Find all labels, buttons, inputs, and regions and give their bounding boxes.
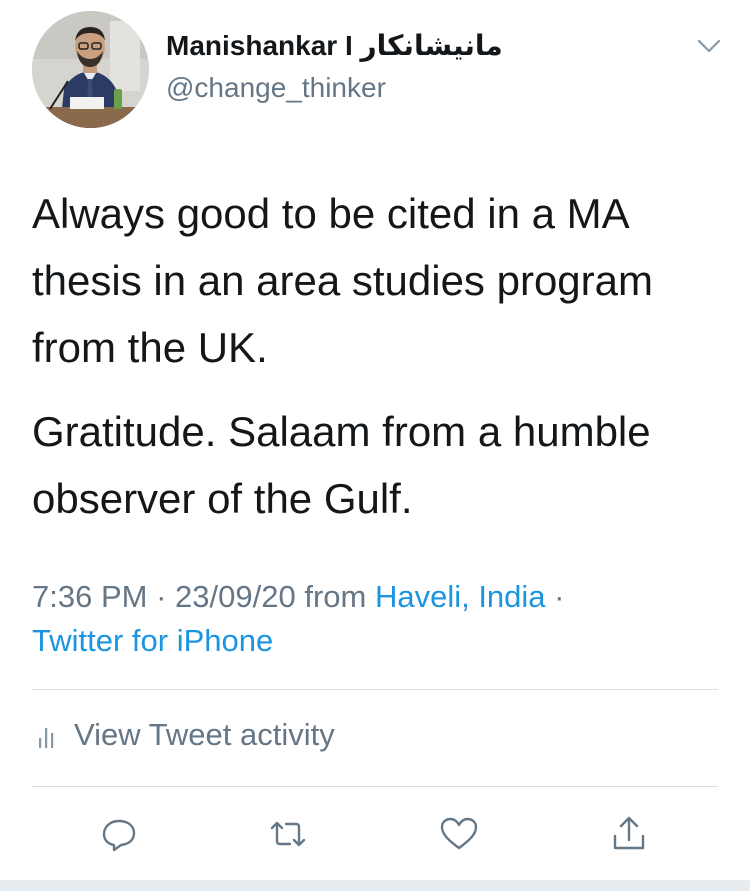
display-name[interactable]: Manishankar I مانیشانکار (166, 28, 503, 64)
location-link[interactable]: Haveli, India (375, 579, 546, 614)
reply-button[interactable] (97, 812, 141, 856)
meta-separator: · (554, 579, 565, 614)
like-button[interactable] (437, 812, 481, 856)
retweet-button[interactable] (266, 812, 310, 856)
divider (32, 786, 718, 787)
retweet-icon (270, 821, 306, 847)
tweet-paragraph: Always good to be cited in a MA thesis i… (32, 190, 653, 371)
chevron-down-icon[interactable] (694, 34, 724, 58)
comment-icon (102, 819, 136, 852)
tweet-paragraph: Gratitude. Salaam from a humble observer… (32, 408, 651, 522)
tweet-text: Always good to be cited in a MA thesis i… (32, 180, 722, 532)
meta-separator: · (156, 579, 167, 614)
view-activity-label: View Tweet activity (74, 717, 335, 752)
share-button[interactable] (607, 812, 651, 856)
bottom-separator (0, 880, 750, 891)
bar-chart-icon (32, 722, 62, 752)
heart-icon (440, 817, 478, 850)
tweet-date[interactable]: 23/09/20 (175, 579, 296, 614)
divider (32, 689, 718, 690)
share-icon (613, 816, 645, 850)
tweet-detail: Manishankar I مانیشانکار @change_thinker… (0, 0, 750, 880)
source-link[interactable]: Twitter for iPhone (32, 623, 273, 658)
avatar[interactable] (32, 11, 149, 128)
view-activity-button[interactable]: View Tweet activity (32, 713, 335, 757)
tweet-meta: 7:36 PM · 23/09/20 from Haveli, India · … (32, 575, 722, 663)
profile-photo-icon (32, 11, 149, 128)
from-label: from (304, 579, 367, 614)
user-handle[interactable]: @change_thinker (166, 70, 386, 106)
tweet-time[interactable]: 7:36 PM (32, 579, 147, 614)
